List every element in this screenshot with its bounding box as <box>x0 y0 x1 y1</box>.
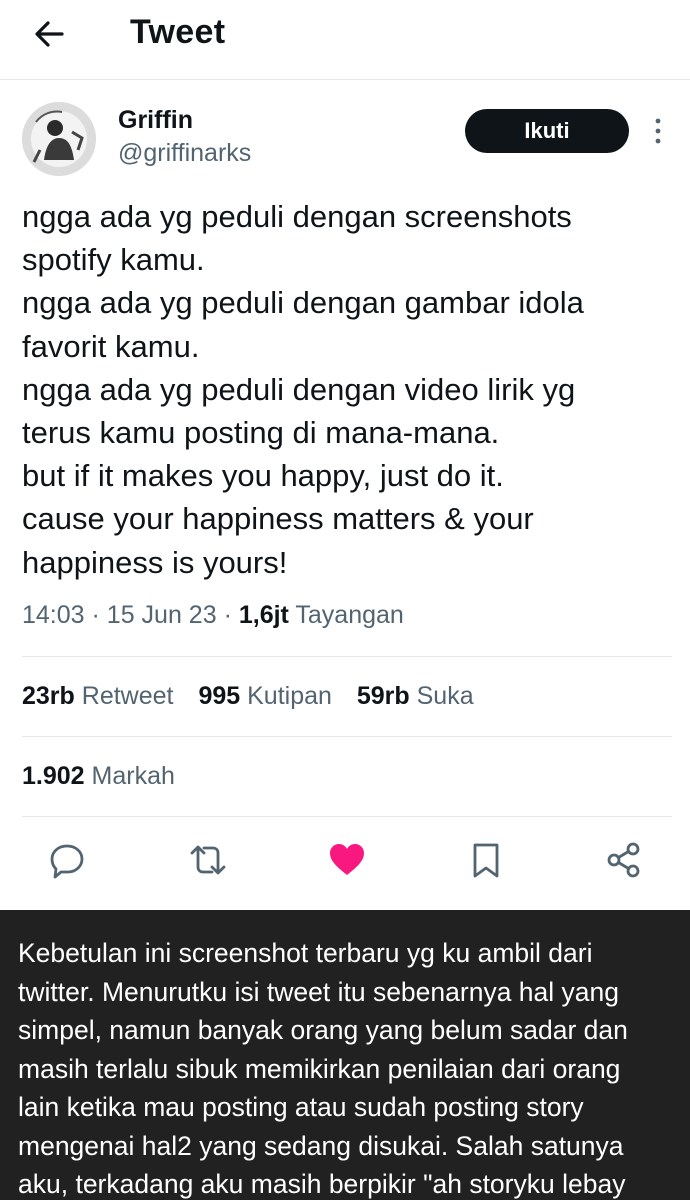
meta-separator: · <box>91 601 107 629</box>
engagement-stats: 23rb Retweet 995 Kutipan 59rb Suka <box>22 682 474 711</box>
reply-icon[interactable] <box>47 840 87 880</box>
tweet-line: but if it makes you happy, just do it. <box>22 458 504 494</box>
bookmark-icon[interactable] <box>466 840 506 880</box>
share-icon[interactable] <box>604 840 644 880</box>
tweet-line: ngga ada yg peduli dengan screenshots <box>22 199 572 234</box>
tweet-line: happiness is yours! <box>22 544 288 580</box>
bookmarks-count: 1.902 <box>22 762 85 790</box>
tweet-line: ngga ada yg peduli dengan video lirik yg <box>22 371 576 407</box>
meta-separator: · <box>223 601 239 629</box>
caption-line: Kebetulan ini screenshot terbaru yg ku a… <box>18 938 593 968</box>
caption-line: masih terlalu sibuk memikirkan penilaian… <box>18 1053 621 1084</box>
views-label: Tayangan <box>295 601 404 629</box>
retweets-label: Retweet <box>81 682 174 710</box>
author-handle[interactable]: @griffinarks <box>118 139 251 168</box>
follow-button[interactable]: Ikuti <box>465 109 629 153</box>
tweet-text: ngga ada yg peduli dengan screenshots sp… <box>22 195 672 584</box>
views-count: 1,6jt <box>238 601 289 629</box>
caption-line: lain ketika mau posting atau sudah posti… <box>18 1092 584 1122</box>
avatar[interactable] <box>22 102 96 176</box>
divider <box>22 736 672 737</box>
caption-line: aku, terkadang aku masih berpikir "ah st… <box>18 1169 626 1199</box>
retweets-count: 23rb <box>22 682 75 710</box>
tweet-line: ngga ada yg peduli dengan gambar idola <box>22 285 584 321</box>
caption-line: twitter. Menurutku isi tweet itu sebenar… <box>18 976 619 1007</box>
tweet-line: spotify kamu. <box>22 242 205 278</box>
caption-text: Kebetulan ini screenshot terbaru yg ku a… <box>18 934 678 1200</box>
caption-line: simpel, namun banyak orang yang belum sa… <box>18 1015 628 1045</box>
tweet-line: cause your happiness matters & your <box>22 501 534 537</box>
arrow-left-icon[interactable] <box>30 14 70 54</box>
quotes-stat[interactable]: 995 Kutipan <box>198 682 331 710</box>
retweet-icon[interactable] <box>188 840 228 880</box>
heart-icon[interactable] <box>327 840 367 880</box>
tweet-line: favorit kamu. <box>22 328 200 364</box>
tweet-time[interactable]: 14:03 <box>22 601 85 629</box>
caption-panel: Kebetulan ini screenshot terbaru yg ku a… <box>0 910 690 1200</box>
bookmarks-label: Markah <box>91 762 175 790</box>
retweets-stat[interactable]: 23rb Retweet <box>22 682 173 710</box>
caption-line: mengenai hal2 yang sedang disukai. Salah… <box>18 1130 624 1161</box>
top-bar: Tweet <box>0 0 690 80</box>
likes-stat[interactable]: 59rb Suka <box>357 682 474 710</box>
bookmarks-stat[interactable]: 1.902 Markah <box>22 762 175 791</box>
tweet-line: terus kamu posting di mana-mana. <box>22 415 500 451</box>
likes-label: Suka <box>416 682 474 710</box>
more-vertical-icon[interactable] <box>650 116 666 146</box>
divider <box>22 656 672 657</box>
author-name[interactable]: Griffin <box>118 106 193 135</box>
tweet-meta: 14:03 · 15 Jun 23 · 1,6jt Tayangan <box>22 601 404 630</box>
likes-count: 59rb <box>356 682 410 710</box>
divider <box>22 816 672 817</box>
quotes-count: 995 <box>198 682 241 710</box>
tweet-date[interactable]: 15 Jun 23 <box>107 601 217 629</box>
quotes-label: Kutipan <box>247 682 332 710</box>
page-title: Tweet <box>130 13 226 51</box>
